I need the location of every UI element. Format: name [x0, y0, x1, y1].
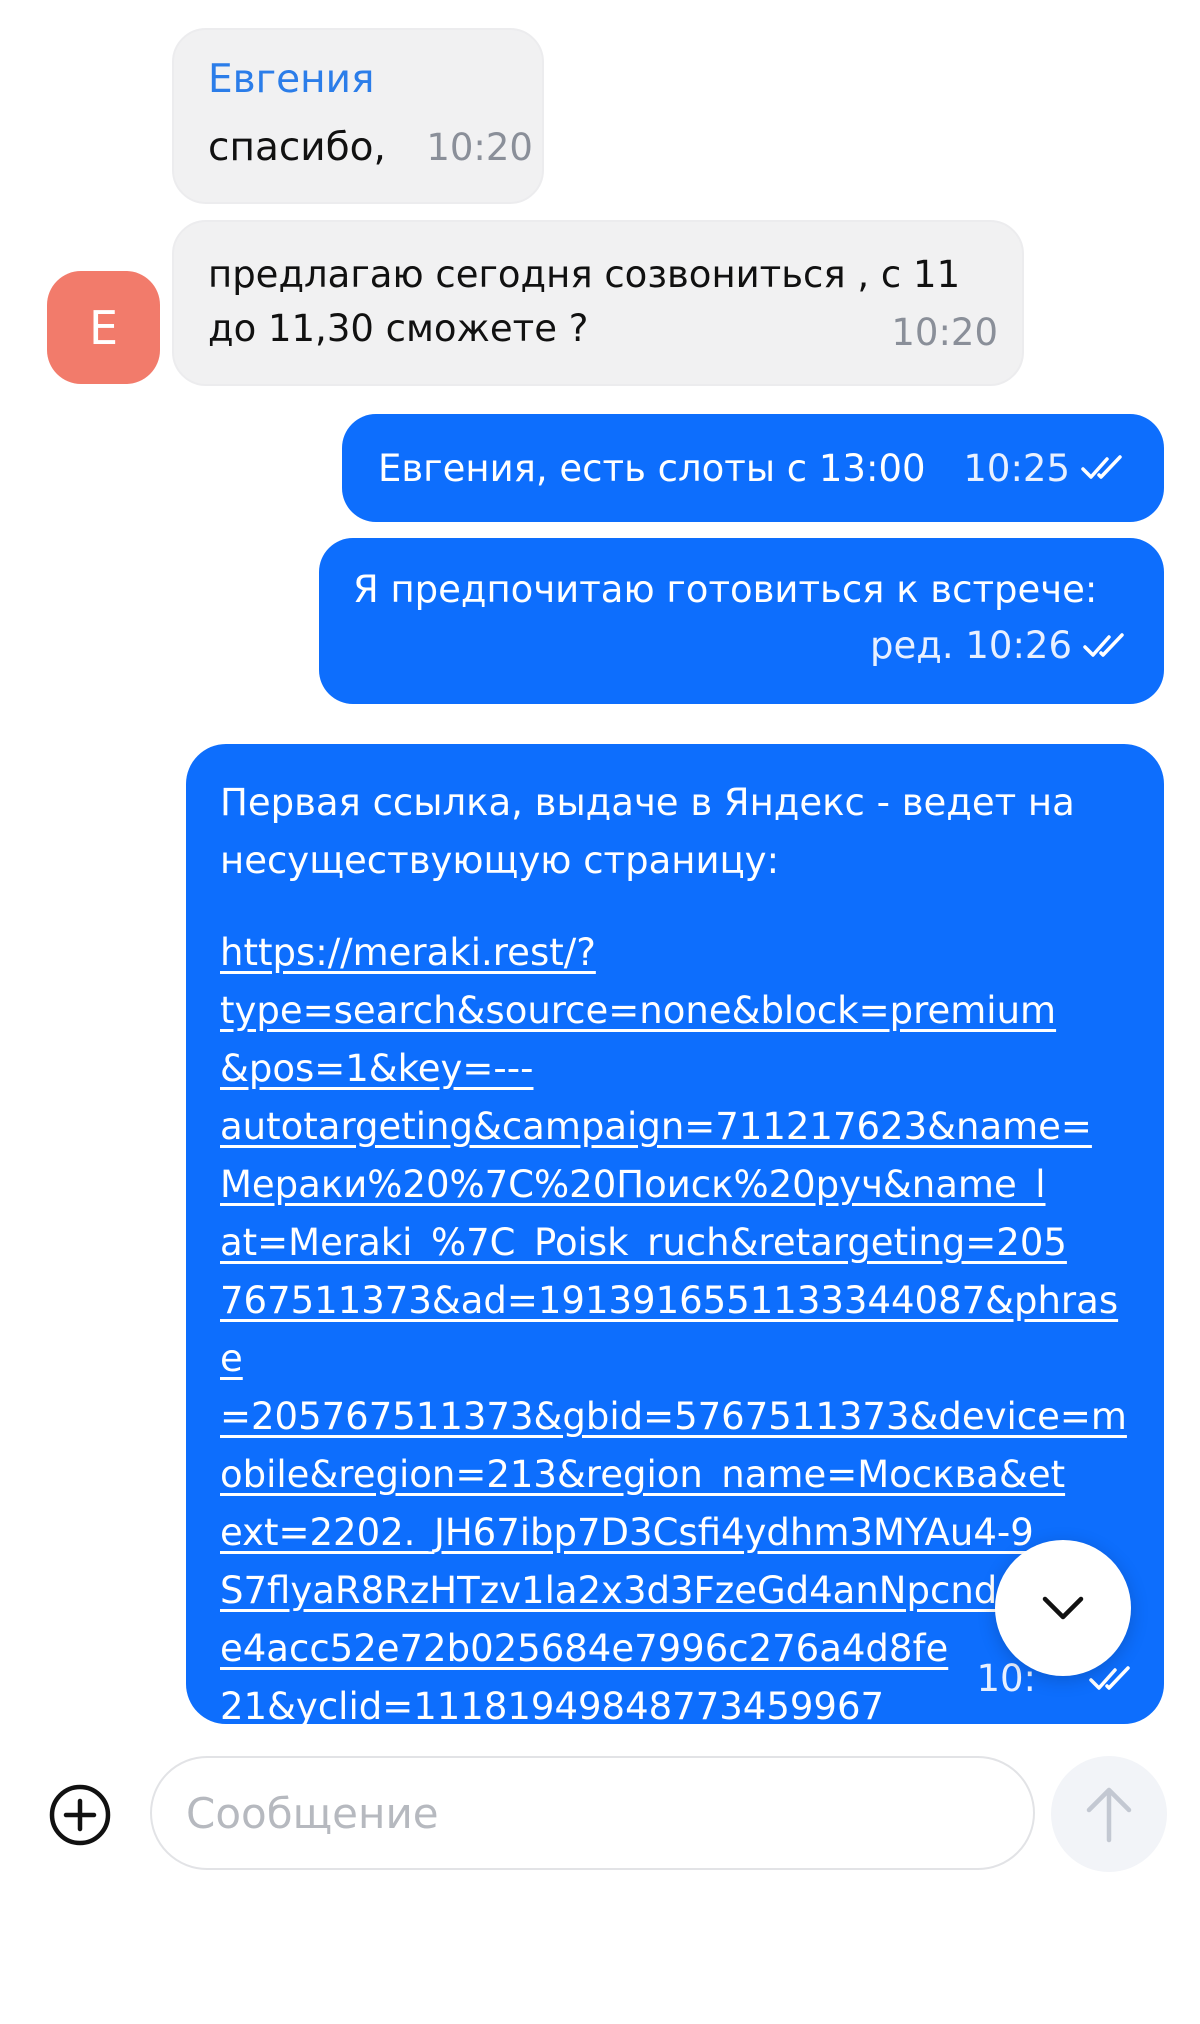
- chevron-down-icon: [1042, 1596, 1084, 1620]
- double-check-icon: [1089, 1665, 1130, 1690]
- avatar[interactable]: Е: [47, 271, 160, 384]
- arrow-up-icon: [1086, 1787, 1132, 1843]
- incoming-message[interactable]: предлагаю сегодня созвониться , с 11 до …: [172, 220, 1024, 386]
- scroll-down-button[interactable]: [995, 1540, 1131, 1676]
- send-button[interactable]: [1051, 1756, 1167, 1872]
- message-input[interactable]: [184, 1787, 1033, 1839]
- message-text-line: несуществующую страницу:: [220, 839, 780, 882]
- chat-screen: Евгения спасибо, 10:20 Е предлагаю сегод…: [0, 0, 1200, 2024]
- message-text-line: до 11,30 сможете ?: [208, 307, 589, 350]
- message-time: 10:20: [426, 126, 533, 169]
- message-text-line: Первая ссылка, выдаче в Яндекс - ведет н…: [220, 781, 1075, 824]
- message-text: Евгения, есть слоты с 13:00: [378, 446, 926, 490]
- message-text: спасибо,: [208, 125, 386, 170]
- add-attachment-button[interactable]: [48, 1783, 112, 1847]
- message-time: 10:20: [891, 311, 998, 354]
- outgoing-message[interactable]: Я предпочитаю готовиться к встрече: ред.…: [319, 538, 1164, 704]
- message-text: Я предпочитаю готовиться к встрече:: [353, 568, 1098, 611]
- sender-name[interactable]: Евгения: [208, 56, 542, 104]
- double-check-icon: [1083, 632, 1124, 657]
- double-check-icon: [1081, 455, 1122, 479]
- incoming-message[interactable]: Евгения спасибо, 10:20: [172, 28, 544, 204]
- outgoing-message[interactable]: Евгения, есть слоты с 13:00 10:25: [342, 414, 1164, 522]
- message-time: 10:25: [963, 446, 1070, 490]
- plus-circle-icon: [49, 1784, 111, 1846]
- message-meta: ред. 10:26: [870, 624, 1072, 667]
- message-input-wrapper[interactable]: [150, 1756, 1035, 1870]
- avatar-letter: Е: [88, 300, 119, 355]
- message-text-line: предлагаю сегодня созвониться , с 11: [208, 253, 961, 296]
